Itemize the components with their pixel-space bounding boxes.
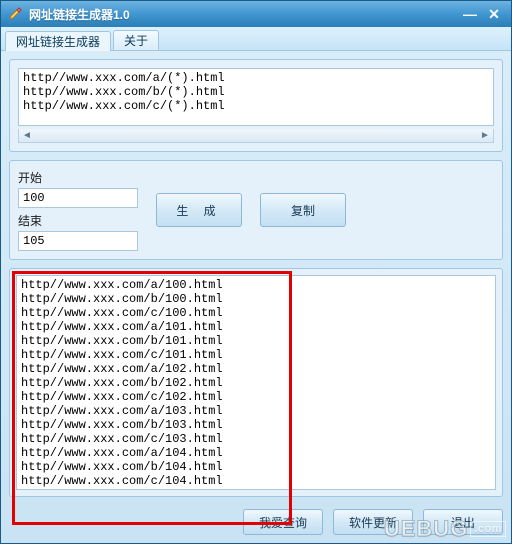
app-window: 网址链接生成器1.0 — ✕ 网址链接生成器 关于 ◄ ► 开始 [0, 0, 512, 544]
close-button[interactable]: ✕ [483, 5, 505, 23]
exit-button[interactable]: 退出 [423, 509, 503, 535]
client-area: ◄ ► 开始 结束 生 成 复制 [1, 51, 511, 543]
footer-bar: 我爱查询 软件更新 退出 [9, 505, 503, 535]
copy-button[interactable]: 复制 [260, 193, 346, 227]
minimize-button[interactable]: — [459, 5, 481, 23]
output-textarea[interactable] [16, 275, 496, 490]
query-button[interactable]: 我爱查询 [243, 509, 323, 535]
scroll-left-icon[interactable]: ◄ [21, 131, 33, 141]
start-label: 开始 [18, 169, 138, 186]
pencil-icon [7, 6, 23, 22]
output-panel [9, 268, 503, 497]
template-textarea[interactable] [18, 68, 494, 126]
tab-label: 关于 [124, 32, 148, 49]
controls-panel: 开始 结束 生 成 复制 [9, 160, 503, 260]
template-panel: ◄ ► [9, 59, 503, 152]
tab-generator[interactable]: 网址链接生成器 [5, 31, 111, 51]
start-input[interactable] [18, 188, 138, 208]
tab-label: 网址链接生成器 [16, 33, 100, 50]
update-button[interactable]: 软件更新 [333, 509, 413, 535]
tab-strip: 网址链接生成器 关于 [1, 27, 511, 51]
title-bar[interactable]: 网址链接生成器1.0 — ✕ [1, 1, 511, 27]
end-input[interactable] [18, 231, 138, 251]
tab-about[interactable]: 关于 [113, 30, 159, 50]
window-title: 网址链接生成器1.0 [29, 6, 457, 23]
generate-button[interactable]: 生 成 [156, 193, 242, 227]
scroll-right-icon[interactable]: ► [479, 131, 491, 141]
end-label: 结束 [18, 212, 138, 229]
horizontal-scrollbar[interactable]: ◄ ► [18, 129, 494, 143]
